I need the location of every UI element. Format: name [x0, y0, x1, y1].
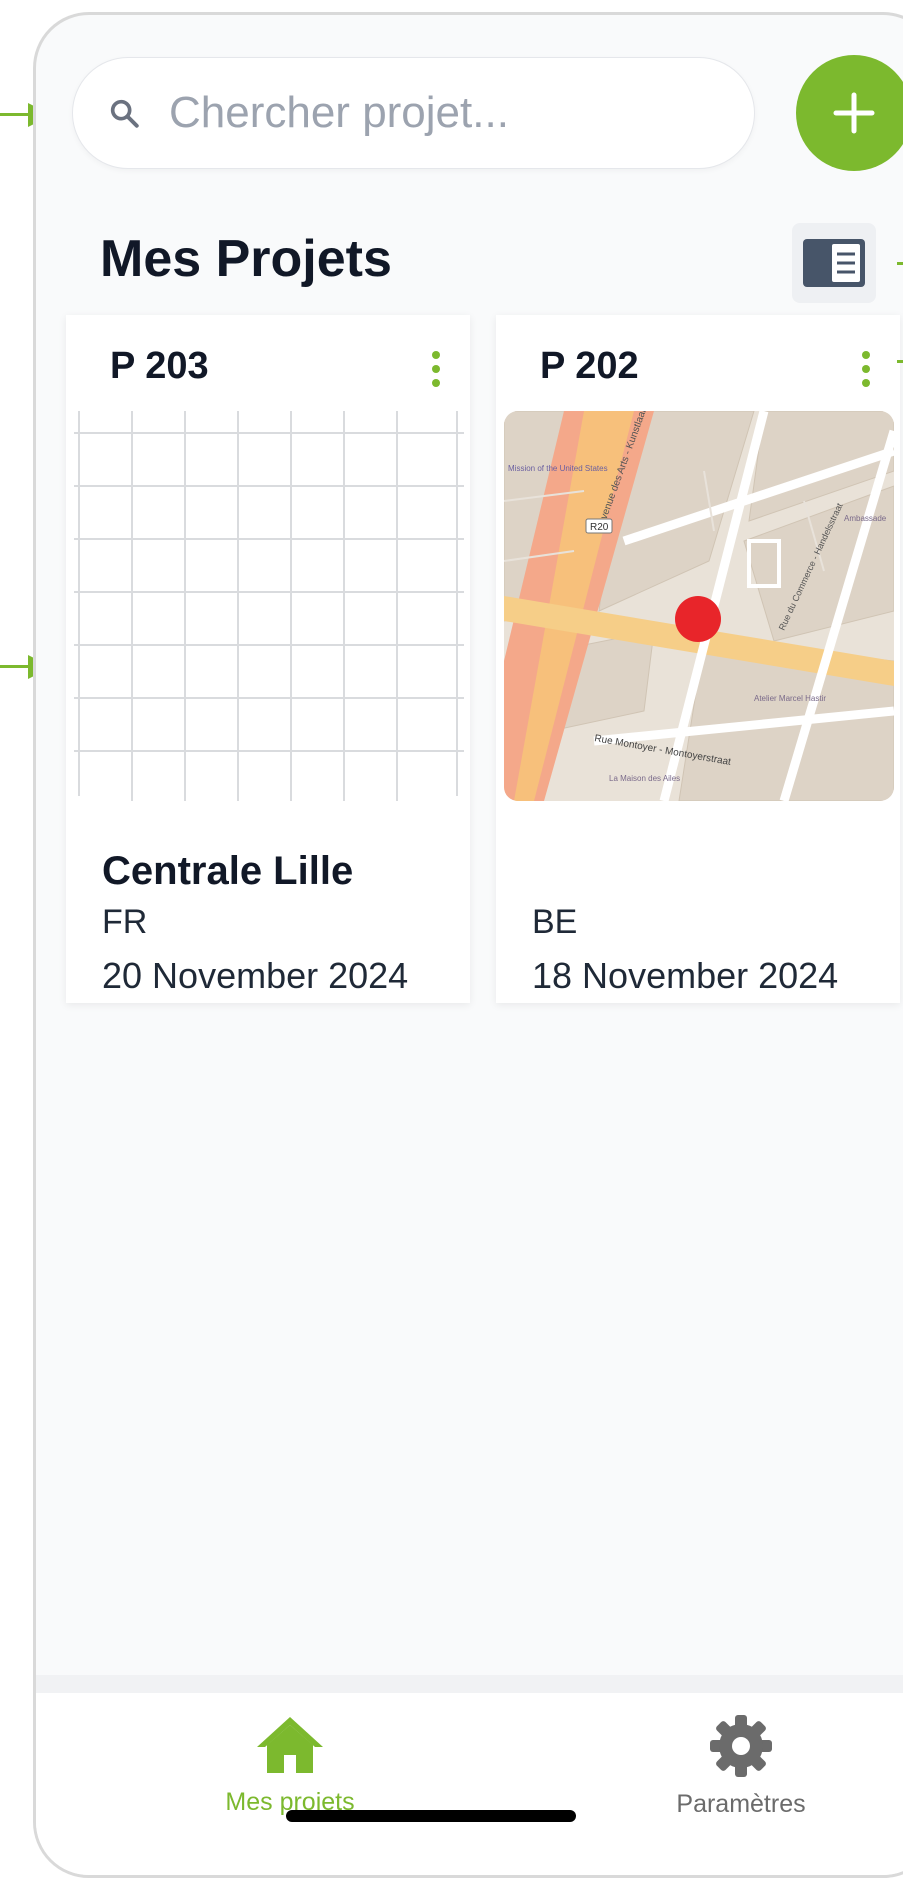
annotation-tick	[897, 360, 903, 363]
project-code: P 203	[110, 345, 209, 387]
gear-icon	[710, 1715, 772, 1777]
project-date: 20 November 2024	[102, 955, 409, 996]
annotation-tick	[897, 262, 903, 265]
svg-text:Mission of the United States: Mission of the United States	[508, 464, 608, 473]
search-bar[interactable]	[72, 57, 755, 169]
list-view-icon	[803, 239, 865, 287]
project-thumbnail-grid	[74, 411, 464, 801]
phone-screen: Mes Projets P 203 Centrale Lille	[33, 12, 903, 1878]
kebab-menu-icon[interactable]	[862, 351, 872, 391]
project-card[interactable]: P 203 Centrale Lille FR 20 November 2024	[66, 315, 470, 1003]
view-toggle-button[interactable]	[792, 223, 876, 303]
search-icon	[110, 99, 139, 128]
project-card[interactable]: P 202 Avenue des Arts - Kunstlaan Rue Mo…	[496, 315, 900, 1003]
project-code: P 202	[540, 345, 639, 387]
project-country: BE	[532, 903, 578, 941]
tab-label: Paramètres	[676, 1790, 806, 1818]
project-name: Centrale Lille	[102, 849, 354, 893]
tab-parametres[interactable]: Paramètres	[621, 1713, 861, 1819]
project-thumbnail-map: Avenue des Arts - Kunstlaan Rue Montoyer…	[504, 411, 894, 801]
svg-text:Ambassade: Ambassade	[844, 514, 887, 523]
kebab-menu-icon[interactable]	[432, 351, 442, 391]
map-image: Avenue des Arts - Kunstlaan Rue Montoyer…	[504, 411, 894, 801]
home-indicator	[286, 1810, 576, 1822]
svg-text:La Maison des Ailes: La Maison des Ailes	[609, 774, 680, 783]
svg-text:R20: R20	[590, 522, 609, 533]
bottom-tab-bar: Mes projets Paramètres	[36, 1675, 903, 1875]
add-project-button[interactable]	[796, 55, 903, 171]
search-input[interactable]	[167, 82, 731, 144]
home-icon	[257, 1717, 323, 1773]
page-title: Mes Projets	[100, 230, 392, 288]
project-date: 18 November 2024	[532, 955, 839, 996]
plus-icon	[833, 92, 875, 134]
tab-mes-projets[interactable]: Mes projets	[170, 1713, 410, 1817]
svg-text:Atelier Marcel Hastir: Atelier Marcel Hastir	[754, 694, 826, 703]
project-country: FR	[102, 903, 148, 941]
